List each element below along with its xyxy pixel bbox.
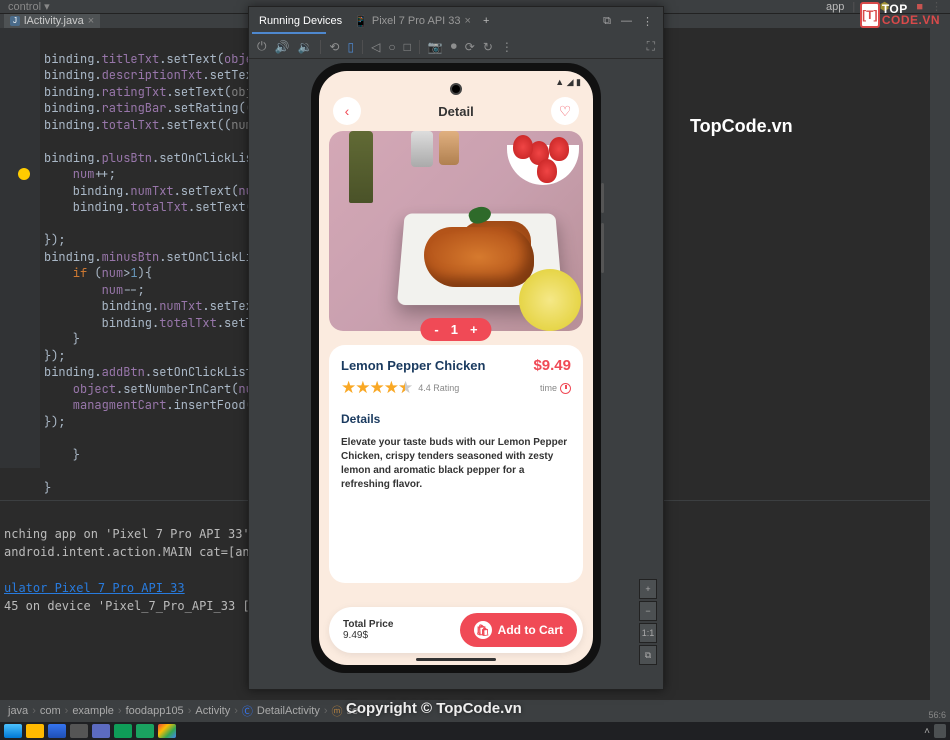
food-image-wrap: - 1 + xyxy=(329,131,583,331)
app-label: app xyxy=(826,1,844,13)
java-icon: J xyxy=(10,16,20,26)
total-price: Total Price 9.49$ xyxy=(343,619,393,641)
ide-right-rail xyxy=(930,28,950,700)
star-half-icon: ★ xyxy=(398,378,412,398)
taskbar-app-4[interactable] xyxy=(70,724,88,738)
nav-handle[interactable] xyxy=(416,658,496,661)
tray-chevron-icon[interactable]: ˄ xyxy=(924,726,930,737)
food-price: $9.49 xyxy=(533,357,571,374)
emu-zoom-controls: + − 1:1 ⧉ xyxy=(639,579,657,665)
taskbar-app-3[interactable] xyxy=(48,724,66,738)
expand-icon[interactable]: ⛶ xyxy=(647,39,655,54)
emu-canvas: ▲ ◢ ▮ ‹ Detail ♡ xyxy=(249,59,663,689)
more-icon[interactable]: ⋮ xyxy=(642,15,653,28)
tab-title: lActivity.java xyxy=(24,15,84,27)
back-button[interactable]: ‹ xyxy=(333,97,361,125)
emu-toolbar: ⏻ 🔊 🔉 ⟲ ▯ ◁ ○ □ 📷 ⏺ ⟳ ↻ ⋮ ⛶ xyxy=(249,35,663,59)
bulb-icon[interactable] xyxy=(18,168,30,180)
caret-pos: 56:6 xyxy=(928,710,946,720)
rotate-left-icon[interactable]: ⟲ xyxy=(329,40,339,54)
tab-device[interactable]: 📱Pixel 7 Pro API 33× xyxy=(354,15,471,28)
chrome-icon[interactable] xyxy=(158,724,176,738)
favorite-button[interactable]: ♡ xyxy=(551,97,579,125)
taskbar-app-7[interactable] xyxy=(136,724,154,738)
clock-icon xyxy=(560,383,571,394)
device-frame-icon[interactable]: ▯ xyxy=(347,40,354,54)
qty-value: 1 xyxy=(451,322,458,337)
minimize-icon[interactable]: — xyxy=(621,15,632,28)
record-icon[interactable]: ⏺ xyxy=(451,39,457,54)
settings-icon[interactable]: ↻ xyxy=(483,40,493,54)
camera-cutout xyxy=(450,83,462,95)
topcode-logo: [T] TOPCODE.VN xyxy=(860,2,940,28)
phone-side-button xyxy=(601,183,604,213)
star-icon: ★ xyxy=(341,378,355,398)
home-nav-icon[interactable]: ○ xyxy=(388,40,395,54)
gutter xyxy=(0,28,40,468)
overview-nav-icon[interactable]: □ xyxy=(404,40,411,54)
food-description: Elevate your taste buds with our Lemon P… xyxy=(341,436,571,492)
screenshot-icon[interactable]: 📷 xyxy=(428,40,443,54)
detail-header: ‹ Detail ♡ xyxy=(319,93,593,129)
qty-minus-button[interactable]: - xyxy=(434,322,438,337)
star-icon: ★ xyxy=(370,378,384,398)
tab-running-devices[interactable]: Running Devices xyxy=(259,9,342,33)
taskbar-app-1[interactable] xyxy=(4,724,22,738)
star-icon: ★ xyxy=(355,378,369,398)
close-icon[interactable]: × xyxy=(88,15,94,27)
star-icon: ★ xyxy=(384,378,398,398)
topcode-watermark: TopCode.vn xyxy=(690,116,793,137)
rotate-right-icon[interactable]: ⟳ xyxy=(465,40,475,54)
zoom-actual-button[interactable]: 1:1 xyxy=(639,623,657,643)
ide-left-controls: control ▾ xyxy=(8,0,50,13)
rating-text: 4.4 Rating xyxy=(418,383,459,393)
phone-side-button xyxy=(601,223,604,273)
taskbar-app-6[interactable] xyxy=(114,724,132,738)
zoom-out-button[interactable]: − xyxy=(639,601,657,621)
food-name: Lemon Pepper Chicken xyxy=(341,358,485,373)
quantity-stepper: - 1 + xyxy=(420,318,491,341)
zoom-fit-button[interactable]: ⧉ xyxy=(639,645,657,665)
window-icon[interactable]: ⧉ xyxy=(603,15,611,28)
add-to-cart-button[interactable]: 🛍 Add to Cart xyxy=(460,613,577,647)
vol-up-icon[interactable]: 🔊 xyxy=(275,40,290,54)
toolbar-more-icon[interactable]: ⋮ xyxy=(501,40,513,54)
vol-down-icon[interactable]: 🔉 xyxy=(297,40,312,54)
qty-plus-button[interactable]: + xyxy=(470,322,478,337)
back-nav-icon[interactable]: ◁ xyxy=(371,40,380,54)
page-title: Detail xyxy=(438,104,473,119)
copyright-watermark: Copyright © TopCode.vn xyxy=(346,700,522,717)
emu-header: Running Devices 📱Pixel 7 Pro API 33× + ⧉… xyxy=(249,7,663,35)
power-icon[interactable]: ⏻ xyxy=(257,39,267,54)
details-heading: Details xyxy=(341,412,571,426)
cart-icon: 🛍 xyxy=(474,621,492,639)
detail-card: Lemon Pepper Chicken $9.49 ★★★★★ 4.4 Rat… xyxy=(329,345,583,583)
tab-underline xyxy=(252,32,326,34)
os-taskbar[interactable]: ˄ xyxy=(0,722,950,740)
cart-bar: Total Price 9.49$ 🛍 Add to Cart xyxy=(329,607,583,653)
rating-stars: ★★★★★ xyxy=(341,378,412,398)
zoom-in-button[interactable]: + xyxy=(639,579,657,599)
taskbar-app-2[interactable] xyxy=(26,724,44,738)
taskbar-app-5[interactable] xyxy=(92,724,110,738)
food-image xyxy=(329,131,583,331)
phone-screen[interactable]: ▲ ◢ ▮ ‹ Detail ♡ xyxy=(319,71,593,665)
add-device-icon[interactable]: + xyxy=(483,15,489,27)
tray-icon[interactable] xyxy=(934,724,946,738)
editor-tab[interactable]: J lActivity.java × xyxy=(4,14,100,28)
device-link[interactable]: ulator Pixel 7 Pro API 33 xyxy=(4,581,185,595)
time-info: time xyxy=(540,383,571,394)
emulator-window: Running Devices 📱Pixel 7 Pro API 33× + ⧉… xyxy=(248,6,664,690)
phone-frame: ▲ ◢ ▮ ‹ Detail ♡ xyxy=(311,63,601,673)
